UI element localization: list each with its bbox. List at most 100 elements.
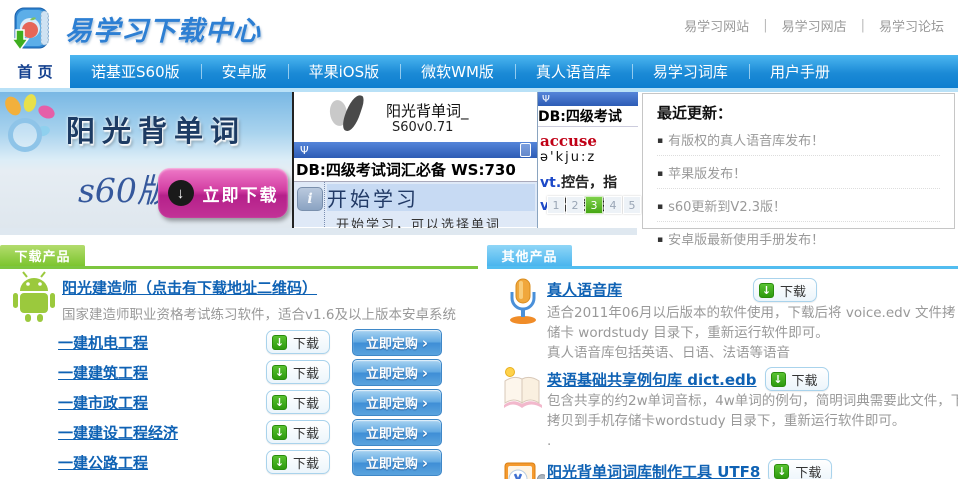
- order-button[interactable]: 立即定购›: [352, 329, 442, 356]
- download-arrow-icon: ↓: [272, 395, 287, 410]
- nav-ios[interactable]: 苹果iOS版: [288, 55, 401, 88]
- link-website[interactable]: 易学习网站: [684, 16, 749, 35]
- tab-download-products[interactable]: 下载产品: [0, 245, 85, 266]
- download-button[interactable]: ↓下载: [768, 459, 832, 479]
- voice-lib-link[interactable]: 真人语音库: [547, 279, 622, 300]
- word-phonetic: ə'kju:z: [540, 150, 636, 165]
- blue-rule: [487, 266, 958, 269]
- product-link[interactable]: 一建机电工程: [58, 332, 148, 353]
- banner-image: 阳光背单词 s60版 ↓ 立即下载 阳光背单词_ S60v0.71 Ψ: [0, 92, 637, 235]
- nav-nokia-s60[interactable]: 诺基亚S60版: [70, 55, 201, 88]
- desc-line: 储卡 wordstudy 目录下，重新运行软件即可。: [547, 323, 956, 343]
- download-button[interactable]: ↓下载: [266, 420, 330, 444]
- desc-line: 真人语音库包括英语、日语、法语等语音: [547, 343, 956, 363]
- example-db-link[interactable]: 英语基础共享例句库 dict.edb: [547, 369, 757, 390]
- download-button[interactable]: ↓下载: [266, 360, 330, 384]
- top-links: 易学习网站 | 易学习网店 | 易学习论坛: [684, 16, 944, 35]
- nav-dict-lib[interactable]: 易学习词库: [632, 55, 749, 88]
- download-label: 下载: [795, 462, 821, 479]
- item-desc: 适合2011年06月以后版本的软件使用，下载后将 voice.edv 文件拷 储…: [547, 303, 956, 363]
- link-separator: |: [861, 18, 865, 33]
- phone2-statusbar: Ψ: [538, 92, 638, 106]
- product-desc: 国家建造师职业资格考试练习软件，适合v1.6及以上版本安卓系统: [62, 303, 456, 323]
- backpack-download-icon: [8, 3, 58, 53]
- open-book-icon: [501, 365, 545, 411]
- download-button[interactable]: ↓下载: [266, 390, 330, 414]
- download-products-section: 下载产品 阳光建造师（点击有下载地址二维码） 国家建造师职业资格考试练习软件，适…: [0, 243, 478, 479]
- dict-tool-link[interactable]: 阳光背单词词库制作工具 UTF8: [547, 461, 760, 479]
- desc-line: 拷贝到手机存储卡wordstudy 目录下，重新运行软件即可。: [547, 411, 958, 431]
- update-item: ▪苹果版发布！: [657, 156, 940, 189]
- promo-title: 阳光背单词: [66, 108, 246, 150]
- bullet-icon: ▪: [657, 136, 663, 146]
- download-button[interactable]: ↓下载: [266, 450, 330, 474]
- tab-other-products[interactable]: 其他产品: [487, 245, 572, 266]
- order-button[interactable]: 立即定购›: [352, 389, 442, 416]
- item-desc: 包含共享的约2w单词音标，4w单词的例句，简明词典需要此文件，下 拷贝到手机存储…: [547, 391, 958, 451]
- pager-dot-1[interactable]: 1: [547, 196, 565, 214]
- promo-download-label: 立即下载: [203, 181, 279, 206]
- nav-voice-lib[interactable]: 真人语音库: [515, 55, 632, 88]
- order-button[interactable]: 立即定购›: [352, 359, 442, 386]
- bullet-icon: ▪: [657, 169, 663, 179]
- chevron-right-icon: ›: [422, 454, 428, 472]
- nav-wm[interactable]: 微软WM版: [400, 55, 515, 88]
- promo-edition: s60版: [78, 164, 170, 212]
- recent-updates-panel: 最近更新： ▪有版权的真人语音库发布！ ▪苹果版发布！ ▪s60更新到V2.3版…: [642, 93, 955, 229]
- pager-dot-3-active[interactable]: 3: [585, 196, 603, 214]
- update-item: ▪s60更新到V2.3版！: [657, 189, 940, 222]
- link-store[interactable]: 易学习网店: [782, 16, 847, 35]
- dict-tool-icon: [501, 457, 545, 479]
- update-item: ▪有版权的真人语音库发布！: [657, 123, 940, 156]
- product-row: 一建公路工程 ↓下载 立即定购›: [0, 447, 478, 477]
- download-button[interactable]: ↓下载: [753, 278, 817, 302]
- order-button[interactable]: 立即定购›: [352, 449, 442, 476]
- order-button[interactable]: 立即定购›: [352, 419, 442, 446]
- update-text: s60更新到V2.3版！: [668, 200, 786, 215]
- product-link[interactable]: 一建市政工程: [58, 392, 148, 413]
- banner-pagination: 1 2 3 4 5: [547, 196, 641, 214]
- chevron-right-icon: ›: [422, 364, 428, 382]
- order-label: 立即定购: [366, 453, 418, 472]
- banner: 阳光背单词 s60版 ↓ 立即下载 阳光背单词_ S60v0.71 Ψ: [0, 92, 958, 235]
- nav-android[interactable]: 安卓版: [201, 55, 288, 88]
- nav-manual[interactable]: 用户手册: [749, 55, 851, 88]
- desc-line: .: [547, 431, 958, 451]
- site-title: 易学习下载中心: [65, 9, 261, 48]
- pager-dot-4[interactable]: 4: [604, 196, 622, 214]
- link-separator: |: [763, 18, 767, 33]
- promo-download-button[interactable]: ↓ 立即下载: [158, 168, 288, 218]
- download-arrow-icon: ↓: [272, 335, 287, 350]
- item-head: 真人语音库: [547, 279, 622, 300]
- product-link[interactable]: 一建建筑工程: [58, 362, 148, 383]
- signal-icon: Ψ: [542, 94, 550, 105]
- download-button[interactable]: ↓下载: [765, 367, 829, 391]
- word-meaning-1: vt.控告，指: [540, 172, 636, 192]
- flower-logo-icon: [0, 94, 62, 156]
- main-nav: 首 页 诺基亚S60版 安卓版 苹果iOS版 微软WM版 真人语音库 易学习词库…: [0, 55, 958, 88]
- order-label: 立即定购: [366, 423, 418, 442]
- link-forum[interactable]: 易学习论坛: [879, 16, 944, 35]
- download-arrow-icon: ↓: [272, 425, 287, 440]
- product-link[interactable]: 一建建设工程经济: [58, 422, 178, 443]
- pager-dot-2[interactable]: 2: [566, 196, 584, 214]
- menu-hint: 开始学习，可以选择单词: [336, 214, 501, 228]
- item-head: 阳光背单词词库制作工具 UTF8 ↓下载: [547, 459, 832, 479]
- site-logo[interactable]: 易学习下载中心: [8, 3, 261, 53]
- word: accuse: [540, 132, 636, 150]
- battery-icon: [520, 143, 531, 157]
- menu-selected-item: 开始学习: [327, 184, 535, 211]
- product-row: 一建建设工程经济 ↓下载 立即定购›: [0, 417, 478, 447]
- phone1-statusbar: Ψ: [294, 142, 537, 158]
- pos-tag: vt.: [540, 175, 561, 191]
- product-row: 一建机电工程 ↓下载 立即定购›: [0, 327, 478, 357]
- pager-dot-5[interactable]: 5: [623, 196, 641, 214]
- product-link[interactable]: 一建公路工程: [58, 452, 148, 473]
- app-version: S60v0.71: [392, 120, 453, 135]
- product-title-link[interactable]: 阳光建造师（点击有下载地址二维码）: [62, 277, 317, 298]
- phone-screenshot-main: 阳光背单词_ S60v0.71 Ψ DB:四级考试词汇必备 WS:730 i 开…: [292, 92, 537, 228]
- nav-home[interactable]: 首 页: [0, 55, 70, 88]
- download-arrow-icon: ↓: [272, 365, 287, 380]
- download-button[interactable]: ↓下载: [266, 330, 330, 354]
- updates-title: 最近更新：: [657, 102, 940, 123]
